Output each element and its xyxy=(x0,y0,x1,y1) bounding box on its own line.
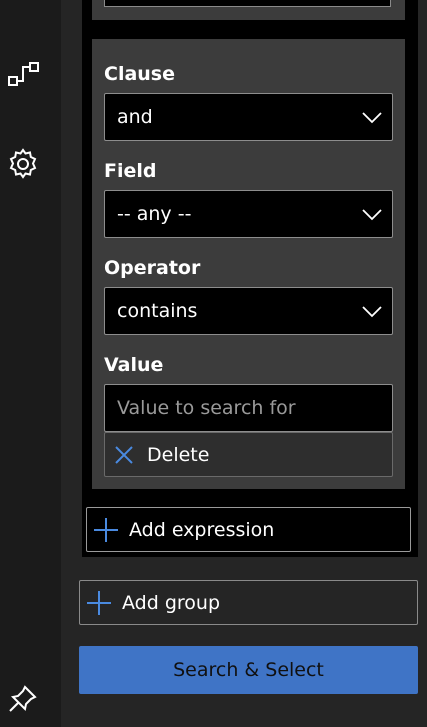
clause-select[interactable]: and xyxy=(104,93,393,141)
plus-icon xyxy=(94,518,118,542)
plus-icon xyxy=(87,591,111,615)
previous-expression-input[interactable] xyxy=(104,0,391,7)
field-select[interactable]: -- any -- xyxy=(104,190,393,238)
search-and-select-button[interactable]: Search & Select xyxy=(79,646,418,694)
add-group-button[interactable]: Add group xyxy=(79,580,418,625)
close-icon xyxy=(115,446,133,464)
delete-button-label: Delete xyxy=(147,444,210,466)
flow-connector-icon[interactable] xyxy=(6,57,40,91)
add-group-label: Add group xyxy=(122,592,221,614)
value-input-placeholder: Value to search for xyxy=(117,397,296,419)
operator-label: Operator xyxy=(104,257,201,279)
field-label: Field xyxy=(104,160,157,182)
operator-select[interactable]: contains xyxy=(104,287,393,335)
pin-icon[interactable] xyxy=(6,682,40,716)
settings-gear-icon[interactable] xyxy=(6,147,40,181)
clause-label: Clause xyxy=(104,63,175,85)
add-expression-button[interactable]: Add expression xyxy=(86,507,411,552)
chevron-down-icon xyxy=(362,112,382,124)
value-input[interactable]: Value to search for xyxy=(104,384,393,432)
delete-expression-button[interactable]: Delete xyxy=(104,432,393,477)
left-icon-rail xyxy=(0,0,61,727)
value-label: Value xyxy=(104,354,164,376)
add-expression-label: Add expression xyxy=(129,519,275,541)
chevron-down-icon xyxy=(362,306,382,318)
operator-select-value: contains xyxy=(117,300,198,322)
chevron-down-icon xyxy=(362,209,382,221)
clause-select-value: and xyxy=(117,106,153,128)
field-select-value: -- any -- xyxy=(117,203,192,225)
